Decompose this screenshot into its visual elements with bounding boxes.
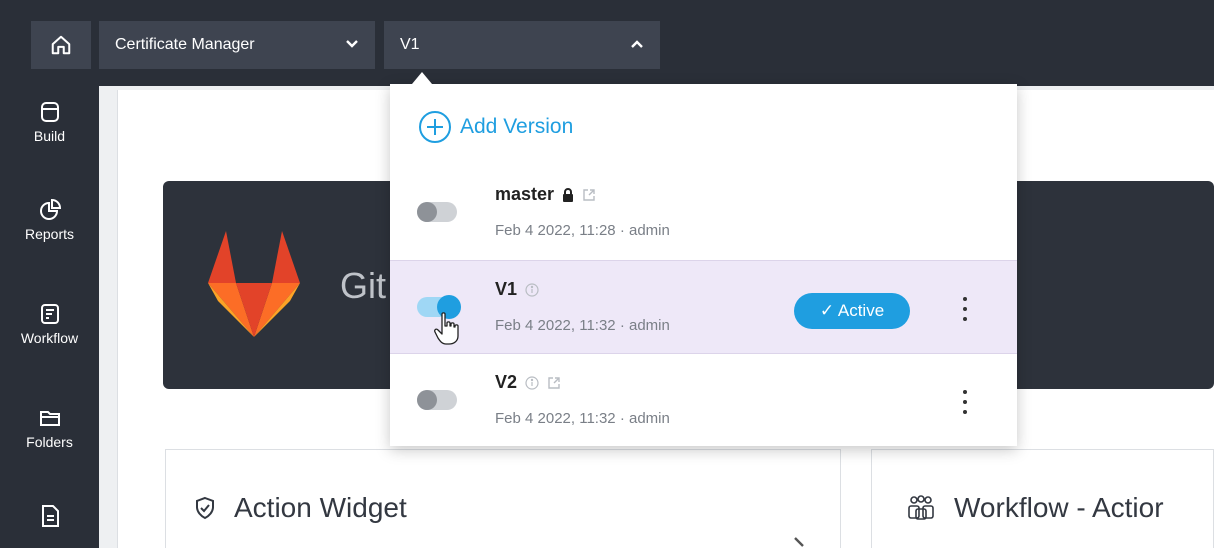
sidebar-item-label: Workflow <box>20 330 79 346</box>
version-name: V1 <box>495 279 539 300</box>
chevron-down-icon <box>346 40 358 48</box>
gitlab-logo-icon <box>208 231 300 337</box>
version-row-master[interactable]: master Feb 4 2022, 11:28 · admin <box>390 166 1017 260</box>
external-link-icon[interactable] <box>547 376 561 390</box>
sidebar-item-documents[interactable] <box>0 504 99 532</box>
plus-circle-icon <box>419 111 451 143</box>
version-toggle[interactable] <box>417 202 457 222</box>
app-select[interactable]: Certificate Manager <box>99 21 375 69</box>
add-version-label: Add Version <box>460 115 574 138</box>
home-icon <box>51 35 71 55</box>
sidebar-item-folders[interactable]: Folders <box>0 406 99 450</box>
add-version-button[interactable]: Add Version <box>418 110 573 144</box>
sidebar-item-label: Reports <box>24 226 75 242</box>
version-name-label: master <box>495 184 555 204</box>
version-meta: Feb 4 2022, 11:28 · admin <box>495 222 670 239</box>
hand-cursor-icon <box>434 312 459 345</box>
action-widget-card[interactable]: Action Widget <box>165 449 841 548</box>
info-icon[interactable] <box>525 282 539 297</box>
card-title: Action Widget <box>194 492 407 524</box>
card-title: Workflow - Actior <box>906 492 1164 524</box>
dropdown-pointer <box>412 72 432 84</box>
version-name-label: V2 <box>495 372 518 392</box>
sidebar: Build Reports Workflow Folders <box>0 86 99 548</box>
sidebar-item-build[interactable]: Build <box>0 100 99 144</box>
chevron-right-icon <box>794 537 804 547</box>
workflow-icon <box>40 304 59 324</box>
document-icon <box>41 505 59 527</box>
shield-check-icon <box>196 496 214 520</box>
build-icon <box>40 102 59 122</box>
version-select[interactable]: V1 <box>384 21 660 69</box>
more-options-icon[interactable] <box>960 390 970 414</box>
toggle-knob <box>417 202 437 222</box>
version-meta: Feb 4 2022, 11:32 · admin <box>495 410 670 427</box>
version-name: V2 <box>495 372 561 393</box>
top-bar: Certificate Manager V1 <box>0 0 1214 86</box>
card-title-label: Action Widget <box>234 492 407 523</box>
version-dropdown: Add Version master Feb 4 2022, 11:28 · a… <box>390 84 1017 446</box>
version-select-value: V1 <box>400 36 420 53</box>
app-select-value: Certificate Manager <box>115 36 255 53</box>
sidebar-item-label: Folders <box>26 434 73 450</box>
sidebar-item-label: Build <box>33 128 66 144</box>
version-row-v2[interactable]: V2 Feb 4 2022, 11:32 · admin <box>390 354 1017 448</box>
active-status-badge: ✓ Active <box>794 293 910 329</box>
lock-icon <box>563 187 574 202</box>
sidebar-item-reports[interactable]: Reports <box>0 198 99 242</box>
external-link-icon[interactable] <box>582 188 596 202</box>
version-toggle[interactable] <box>417 390 457 410</box>
banner-title: Git <box>340 265 387 306</box>
version-row-v1[interactable]: V1 Feb 4 2022, 11:32 · admin ✓ Active <box>390 260 1017 354</box>
sidebar-item-workflow[interactable]: Workflow <box>0 302 99 346</box>
more-options-icon[interactable] <box>960 297 970 321</box>
card-title-label: Workflow - Actior <box>954 492 1164 523</box>
workflow-action-card[interactable]: Workflow - Actior <box>871 449 1214 548</box>
folder-icon <box>39 411 60 426</box>
reports-icon <box>39 198 61 220</box>
info-icon[interactable] <box>525 375 539 390</box>
users-icon <box>908 495 934 520</box>
home-button[interactable] <box>31 21 91 69</box>
version-name: master <box>495 184 596 205</box>
toggle-knob <box>417 390 437 410</box>
version-meta: Feb 4 2022, 11:32 · admin <box>495 317 670 334</box>
version-name-label: V1 <box>495 279 518 299</box>
chevron-up-icon <box>631 40 643 48</box>
